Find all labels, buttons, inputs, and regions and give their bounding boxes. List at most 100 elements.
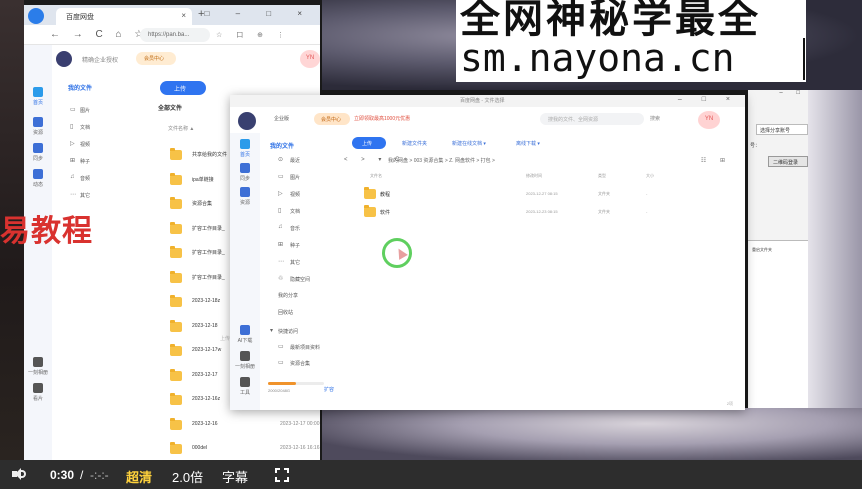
rail-label: 动态 — [32, 182, 43, 188]
speed-button[interactable]: 2.0倍 — [172, 467, 203, 486]
dialog-sidebar-item[interactable]: ▭ 最新项目资料 — [278, 344, 320, 351]
dialog-rail-item-1[interactable]: 同步 — [233, 163, 257, 182]
rail-item-5[interactable]: 看片 — [26, 383, 50, 402]
dialog-sidebar-item[interactable]: ▭ 资源合集 — [278, 360, 310, 367]
new-tab-button[interactable]: + — [198, 8, 204, 20]
file-time: 2023-12-23 08:15 — [526, 209, 558, 214]
dialog-file-list: 上传 新建文件夹 新建在线文档 ▾ 离线下载 ▾ < > ▾ C 我的网盘 > … — [340, 133, 745, 410]
dialog-rail-item-0[interactable]: 首页 — [233, 139, 257, 158]
enterprise-button[interactable]: 企业版 — [274, 115, 289, 122]
rail-item-1[interactable]: 资源 — [26, 117, 50, 136]
column-header-modified[interactable]: 修改时间 — [526, 173, 542, 179]
breadcrumb[interactable]: 我的网盘 > 003 资源合集 > Z. 网盘软件 > 打包 > — [388, 157, 495, 164]
dialog-sidebar-item[interactable]: ⊙ 最近 — [278, 157, 301, 164]
sidebar-item-label: 图片 — [290, 175, 301, 181]
dialog-sidebar-item[interactable]: 我的分享 — [278, 292, 298, 299]
folder-icon — [170, 197, 182, 209]
expand-storage-link[interactable]: 扩容 — [324, 386, 334, 393]
search-button[interactable]: 搜索 — [650, 115, 660, 122]
overlay-red-text: 易教程 — [0, 215, 93, 248]
column-header-size[interactable]: 大小 — [646, 173, 654, 179]
rail-icon — [33, 117, 43, 127]
browser-toolbar: ← → C ⌂ ☆ https://pan.ba... ☆ 口 ⊕ ⋮ — [24, 25, 320, 45]
sidebar-item-my-files[interactable]: 我的文件 — [268, 141, 338, 153]
subtitle-button[interactable]: 字幕 — [222, 467, 248, 486]
quota-bar-fill — [268, 382, 296, 385]
dialog-window-controls[interactable]: – □ × — [678, 96, 739, 103]
close-tab-icon[interactable]: × — [181, 11, 186, 20]
rail-item-2[interactable]: 同步 — [26, 143, 50, 162]
sidebar-item-icon: ⊞ — [70, 158, 76, 164]
tab-title: 百度网盘 — [66, 14, 94, 21]
account-select[interactable]: 选择分享账号 — [756, 124, 808, 135]
dialog-header: 企业版 会员中心 立即领取最高1000元优惠 搜我的文件、全网资源 搜索 YN — [230, 107, 745, 133]
dialog-rail-item-3[interactable]: AI下载 — [233, 325, 257, 344]
view-mode-icons[interactable]: ☷ ⊞ — [701, 157, 731, 164]
list-item[interactable]: 2023-12-16 2023-12-17 00:00 — [170, 417, 320, 433]
sidebar-item-label: 文档 — [290, 209, 301, 215]
sidebar-item[interactable]: ⊞ 种子 — [70, 158, 90, 165]
dialog-sidebar-item[interactable]: ♲ 隐藏空间 — [278, 276, 310, 283]
browser-tab[interactable]: 百度网盘 × — [56, 8, 192, 25]
file-type: 文件夹 — [598, 191, 610, 196]
dialog-sidebar-item[interactable]: 回收站 — [278, 309, 293, 316]
dialog-rail-item-5[interactable]: 工具 — [233, 377, 257, 396]
qr-login-button[interactable]: 二维码登录 — [768, 156, 808, 167]
nav-buttons[interactable]: ← → C ⌂ ☆ — [50, 29, 148, 40]
sidebar-item[interactable]: ▭ 图片 — [70, 107, 90, 114]
upload-button[interactable]: 上传 — [160, 81, 206, 95]
rail-icon — [240, 187, 250, 197]
column-header-name[interactable]: 文件名称 ▲ — [168, 125, 194, 132]
quality-button[interactable]: 超清 — [126, 467, 152, 486]
volume-icon[interactable] — [12, 468, 26, 480]
dialog-sidebar-item[interactable]: ▾ 快捷访问 — [270, 328, 298, 335]
search-input[interactable]: 搜我的文件、全网资源 — [540, 113, 644, 125]
rail-label: 首页 — [32, 100, 43, 106]
sidebar-item[interactable]: ▷ 视频 — [70, 141, 90, 148]
sidebar-item[interactable]: ♫ 音频 — [70, 174, 90, 182]
file-picker-dialog: 百度网盘 - 文件选择 – □ × 企业版 会员中心 立即领取最高1000元优惠… — [230, 95, 745, 410]
window-controls[interactable]: □ – □ × — [205, 9, 314, 18]
column-header-type[interactable]: 类型 — [598, 173, 606, 179]
dialog-sidebar-item[interactable]: ⋯ 其它 — [278, 259, 300, 266]
dialog-sidebar-item[interactable]: ▯ 文档 — [278, 208, 301, 215]
user-avatar[interactable]: YN — [300, 50, 320, 68]
folder-icon — [364, 205, 376, 217]
fullscreen-icon[interactable] — [275, 468, 289, 482]
rail-item-3[interactable]: 动态 — [26, 169, 50, 188]
promo-link[interactable]: 立即领取最高1000元优惠 — [354, 115, 410, 122]
toolbar-icons[interactable]: ☆ 口 ⊕ ⋮ — [216, 30, 290, 40]
log-text: 重启文件夹 — [752, 247, 772, 252]
dialog-rail-item-2[interactable]: 资源 — [233, 187, 257, 206]
file-time: 2023-12-27 08:15 — [526, 191, 558, 196]
vip-center-button[interactable]: 会员中心 — [314, 113, 350, 125]
sidebar-item-icon: ⋯ — [278, 259, 284, 265]
table-row[interactable]: 教程 2023-12-27 08:15 文件夹 - — [354, 187, 734, 203]
offline-download-button[interactable]: 离线下载 ▾ — [516, 140, 540, 147]
rail-item-0[interactable]: 首页 — [26, 87, 50, 106]
sidebar-item-label: 最近 — [290, 158, 301, 164]
sidebar-item-icon: ▷ — [70, 141, 75, 147]
new-online-doc-button[interactable]: 新建在线文档 ▾ — [452, 140, 486, 147]
dialog-sidebar-item[interactable]: ▷ 视频 — [278, 191, 300, 198]
address-bar[interactable]: https://pan.ba... — [140, 28, 210, 42]
new-folder-button[interactable]: 新建文件夹 — [402, 140, 427, 147]
sidebar-item[interactable]: ▯ 文档 — [70, 124, 90, 131]
window-controls[interactable]: – □ — [779, 90, 806, 96]
dialog-rail-item-4[interactable]: 一刻相册 — [233, 351, 257, 370]
folder-icon — [170, 368, 182, 381]
rail-item-4[interactable]: 一刻相册 — [26, 357, 50, 376]
user-avatar[interactable]: YN — [698, 111, 720, 129]
list-item[interactable]: 000del 2023-12-16 16:16 — [170, 442, 320, 457]
dialog-sidebar-item[interactable]: ⊞ 种子 — [278, 242, 300, 249]
table-row[interactable]: 软件 2023-12-23 08:15 文件夹 - — [354, 205, 734, 221]
column-header-name[interactable]: 文件名 — [370, 173, 382, 179]
profile-icon[interactable] — [28, 8, 44, 24]
sidebar-item-icon: ⊞ — [278, 242, 284, 248]
vip-center-button[interactable]: 会员中心 — [136, 52, 176, 65]
dialog-sidebar-item[interactable]: ▭ 图片 — [278, 174, 301, 181]
dialog-sidebar-item[interactable]: ♫ 音乐 — [278, 224, 300, 232]
upload-button[interactable]: 上传 — [352, 137, 386, 149]
sidebar-item-my-files[interactable]: 我的文件 — [68, 83, 140, 92]
sidebar-item[interactable]: ⋯ 其它 — [70, 192, 90, 199]
